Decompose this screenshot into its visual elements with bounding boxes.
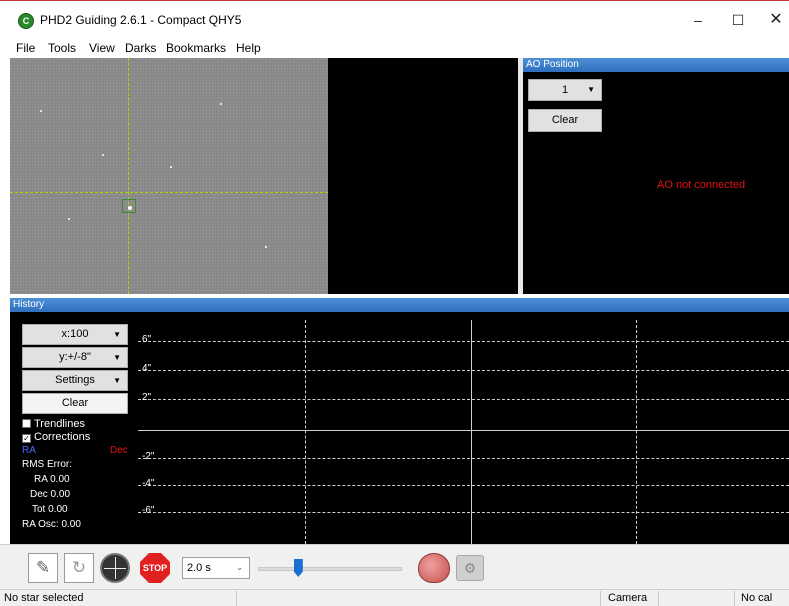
chevron-down-icon: ▼ xyxy=(587,85,595,94)
trendlines-label: Trendlines xyxy=(34,418,85,430)
y-tick-label: -6" xyxy=(142,505,155,516)
crosshair-vertical xyxy=(128,58,129,294)
star xyxy=(102,154,104,156)
exposure-value: 2.0 s xyxy=(187,562,211,574)
status-separator xyxy=(658,591,659,606)
ao-position-header: AO Position xyxy=(523,58,789,72)
checkbox-box xyxy=(22,419,31,428)
grid-line xyxy=(138,512,789,513)
grid-line xyxy=(138,399,789,400)
guide-star[interactable] xyxy=(128,206,132,210)
x-scale-select[interactable]: x:100 ▼ xyxy=(22,324,128,345)
pencil-icon[interactable]: ✎ xyxy=(28,553,58,583)
grid-line xyxy=(305,320,306,544)
y-tick-label: 6" xyxy=(142,334,152,345)
history-graph[interactable]: 6" 4" 2" -2" -4" -6" xyxy=(138,320,789,544)
chevron-down-icon: ▼ xyxy=(113,376,121,385)
menu-tools[interactable]: Tools xyxy=(48,41,76,55)
camera-image[interactable] xyxy=(10,58,328,294)
toolbar: ✎ ↻ STOP 2.0 s ⌄ ⚙ xyxy=(0,544,789,589)
gamma-slider[interactable] xyxy=(258,567,402,571)
x-scale-value: x:100 xyxy=(61,328,89,340)
grid-line xyxy=(138,370,789,371)
ao-scale-select[interactable]: 1 ▼ xyxy=(528,79,602,101)
corrections-label: Corrections xyxy=(34,431,91,443)
grid-line xyxy=(138,458,789,459)
camera-view[interactable] xyxy=(10,58,518,294)
star xyxy=(170,166,172,168)
grid-line xyxy=(138,341,789,342)
zero-line xyxy=(138,430,789,431)
settings-select[interactable]: Settings ▼ xyxy=(22,370,128,391)
menu-view[interactable]: View xyxy=(89,41,115,55)
status-separator xyxy=(734,591,735,606)
exposure-select[interactable]: 2.0 s ⌄ xyxy=(182,557,250,579)
ao-status-text: AO not connected xyxy=(657,179,746,191)
grid-line xyxy=(471,320,472,544)
crosshair-horizontal xyxy=(10,192,328,193)
ao-clear-button[interactable]: Clear xyxy=(528,109,602,132)
menu-bar: File Tools View Darks Bookmarks Help xyxy=(0,38,789,58)
menu-help[interactable]: Help xyxy=(236,41,261,55)
chevron-down-icon: ▼ xyxy=(113,353,121,362)
camera-settings-icon[interactable]: ⚙ xyxy=(456,555,484,581)
star xyxy=(265,246,267,248)
y-scale-select[interactable]: y:+/-8" ▼ xyxy=(22,347,128,368)
minimize-button[interactable]: – xyxy=(678,7,718,33)
trendlines-checkbox[interactable]: Trendlines xyxy=(22,418,85,430)
y-scale-value: y:+/-8" xyxy=(59,351,91,363)
stop-icon[interactable]: STOP xyxy=(140,553,170,583)
star xyxy=(68,218,70,220)
maximize-button[interactable]: ☐ xyxy=(718,7,758,33)
star xyxy=(220,103,222,105)
settings-label: Settings xyxy=(55,374,95,386)
corrections-checkbox[interactable]: ✓ Corrections xyxy=(22,431,90,443)
history-panel: History x:100 ▼ y:+/-8" ▼ Settings ▼ Cle… xyxy=(10,298,789,544)
ra-legend: RA xyxy=(22,445,36,456)
app-icon: C xyxy=(18,13,34,29)
y-tick-label: -2" xyxy=(142,451,155,462)
menu-darks[interactable]: Darks xyxy=(125,41,156,55)
y-tick-label: 4" xyxy=(142,363,152,374)
status-separator xyxy=(236,591,237,606)
history-controls: x:100 ▼ y:+/-8" ▼ Settings ▼ Clear Trend… xyxy=(10,312,138,544)
close-button[interactable]: ✕ xyxy=(756,7,789,33)
rms-tot-value: Tot 0.00 xyxy=(32,504,68,515)
status-message: No star selected xyxy=(4,592,84,604)
chevron-down-icon: ▼ xyxy=(113,330,121,339)
target-icon[interactable] xyxy=(100,553,130,583)
checkmark-icon: ✓ xyxy=(22,434,31,443)
history-clear-button[interactable]: Clear xyxy=(22,393,128,414)
refresh-icon[interactable]: ↻ xyxy=(64,553,94,583)
status-camera: Camera xyxy=(608,592,648,604)
menu-file[interactable]: File xyxy=(16,41,35,55)
gamma-slider-thumb[interactable] xyxy=(293,559,303,577)
ao-scale-value: 1 xyxy=(561,84,569,96)
rms-error-label: RMS Error: xyxy=(22,459,72,470)
dec-legend: Dec xyxy=(110,445,128,456)
brain-icon[interactable] xyxy=(418,553,450,583)
star xyxy=(40,110,42,112)
y-tick-label: -4" xyxy=(142,478,155,489)
status-calibration: No cal xyxy=(741,592,773,604)
ra-osc-value: RA Osc: 0.00 xyxy=(22,519,81,530)
rms-ra-value: RA 0.00 xyxy=(34,474,70,485)
status-separator xyxy=(600,591,601,606)
history-header: History xyxy=(10,298,789,312)
title-bar: C PHD2 Guiding 2.6.1 - Compact QHY5 – ☐ … xyxy=(0,0,789,38)
window-title: PHD2 Guiding 2.6.1 - Compact QHY5 xyxy=(40,13,242,27)
y-tick-label: 2" xyxy=(142,392,152,403)
chevron-down-icon: ⌄ xyxy=(236,563,243,572)
grid-line xyxy=(138,485,789,486)
menu-bookmarks[interactable]: Bookmarks xyxy=(166,41,226,55)
rms-dec-value: Dec 0.00 xyxy=(30,489,71,500)
ao-position-panel: AO Position 1 ▼ Clear AO not connected xyxy=(523,58,789,294)
status-bar: No star selected Camera No cal xyxy=(0,589,789,606)
grid-line xyxy=(636,320,637,544)
